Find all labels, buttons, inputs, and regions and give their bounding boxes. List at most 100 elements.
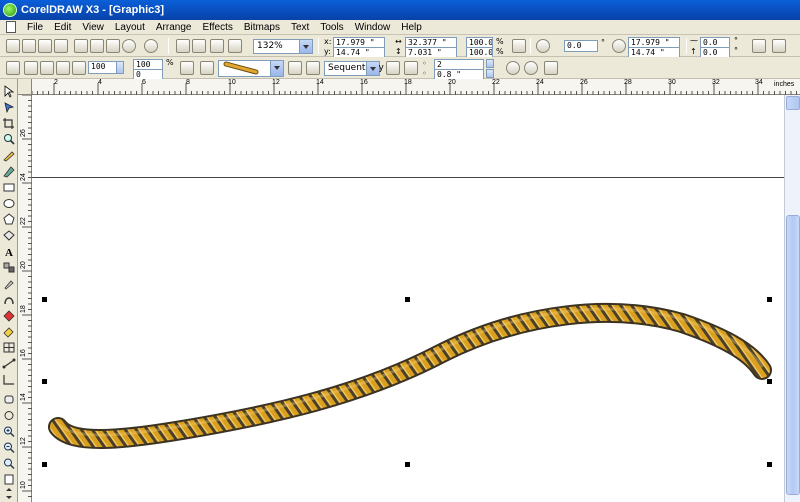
ruler-label: 2 bbox=[54, 79, 58, 86]
selection-handle-top-right[interactable] bbox=[767, 297, 772, 302]
delete-icon[interactable] bbox=[306, 61, 320, 75]
outline-tool-icon[interactable] bbox=[2, 293, 16, 306]
menu-view[interactable]: View bbox=[77, 22, 110, 33]
menu-tools[interactable]: Tools bbox=[315, 22, 349, 33]
interactive-transparency-tool-icon[interactable] bbox=[2, 409, 16, 422]
selection-handle-bottom-left[interactable] bbox=[42, 462, 47, 467]
mesh-fill-tool-icon[interactable] bbox=[2, 341, 16, 354]
connector-tool-icon[interactable] bbox=[2, 357, 16, 370]
options-icon[interactable] bbox=[772, 39, 786, 53]
selection-handle-top-left[interactable] bbox=[42, 297, 47, 302]
cut-icon[interactable] bbox=[74, 39, 88, 53]
vertical-scrollbar[interactable] bbox=[784, 95, 800, 502]
offset-icon[interactable] bbox=[524, 61, 538, 75]
selection-handle-bottom-center[interactable] bbox=[405, 462, 410, 467]
drawing-canvas[interactable] bbox=[32, 95, 784, 502]
dimension-tool-icon[interactable] bbox=[2, 373, 16, 386]
vertical-ruler[interactable]: 26 24 22 20 18 16 14 12 10 bbox=[18, 95, 32, 502]
redo-icon[interactable] bbox=[144, 39, 158, 53]
brush-icon[interactable] bbox=[24, 61, 38, 75]
rotation-icon[interactable] bbox=[506, 61, 520, 75]
mirror-icon[interactable] bbox=[752, 39, 766, 53]
ruler-label: 12 bbox=[20, 437, 27, 445]
scroll-up-button[interactable] bbox=[786, 96, 800, 110]
selection-handle-bottom-right[interactable] bbox=[767, 462, 772, 467]
spinner-up-icon[interactable] bbox=[486, 59, 494, 68]
menu-bitmaps[interactable]: Bitmaps bbox=[239, 22, 286, 33]
open-icon[interactable] bbox=[22, 39, 36, 53]
spinner-icon[interactable] bbox=[116, 61, 124, 74]
reset-icon[interactable] bbox=[544, 61, 558, 75]
selection-handle-top-center[interactable] bbox=[405, 297, 410, 302]
ruler-label: 4 bbox=[98, 79, 102, 86]
menu-file[interactable]: File bbox=[22, 22, 49, 33]
menu-effects[interactable]: Effects bbox=[197, 22, 238, 33]
export-icon[interactable] bbox=[192, 39, 206, 53]
menu-help[interactable]: Help bbox=[396, 22, 428, 33]
selection-handle-middle-right[interactable] bbox=[767, 379, 772, 384]
crop-tool-icon[interactable] bbox=[2, 117, 16, 130]
menu-window[interactable]: Window bbox=[350, 22, 397, 33]
shape-tool-icon[interactable] bbox=[2, 101, 16, 114]
print-icon[interactable] bbox=[54, 39, 68, 53]
polygon-tool-icon[interactable] bbox=[2, 213, 16, 226]
fill-tool-icon[interactable] bbox=[2, 309, 16, 322]
lock-icon[interactable] bbox=[180, 61, 194, 75]
menu-arrange[interactable]: Arrange bbox=[151, 22, 198, 33]
ruler-origin[interactable] bbox=[18, 79, 32, 95]
zoom-selection-icon[interactable] bbox=[2, 457, 16, 470]
pan-icon[interactable] bbox=[2, 487, 16, 500]
open-sprayer-icon[interactable] bbox=[200, 61, 214, 75]
lock-ratio-icon[interactable] bbox=[512, 39, 526, 53]
angle-unit: ° bbox=[601, 38, 605, 47]
smart-fill-tool-icon[interactable] bbox=[2, 165, 16, 178]
coreldraw-app-icon[interactable] bbox=[3, 3, 17, 17]
ruler-label: 26 bbox=[580, 79, 588, 86]
ellipse-tool-icon[interactable] bbox=[2, 197, 16, 210]
spraylist-dialog-icon[interactable] bbox=[404, 61, 418, 75]
undo-icon[interactable] bbox=[122, 39, 136, 53]
menu-layout[interactable]: Layout bbox=[110, 22, 151, 33]
interactive-blend-tool-icon[interactable] bbox=[2, 261, 16, 274]
spraylist-combo[interactable] bbox=[218, 60, 284, 77]
chevron-down-icon[interactable] bbox=[299, 40, 312, 53]
zoom-out-icon[interactable] bbox=[2, 441, 16, 454]
spray-order-combo[interactable]: Sequentially bbox=[324, 61, 384, 76]
add-to-spraylist-icon[interactable] bbox=[386, 61, 400, 75]
import-icon[interactable] bbox=[176, 39, 190, 53]
pressure-icon[interactable] bbox=[72, 61, 86, 75]
pick-tool-icon[interactable] bbox=[2, 85, 16, 98]
save-icon[interactable] bbox=[38, 39, 52, 53]
text-tool-icon[interactable]: A bbox=[2, 245, 16, 258]
interactive-fill-tool-icon[interactable] bbox=[2, 325, 16, 338]
scroll-thumb[interactable] bbox=[786, 215, 800, 495]
menu-text[interactable]: Text bbox=[286, 22, 315, 33]
chevron-down-icon[interactable] bbox=[270, 61, 283, 76]
rotation-angle-field[interactable]: 0.0 bbox=[564, 40, 598, 52]
application-launcher-icon[interactable] bbox=[210, 39, 224, 53]
basic-shapes-tool-icon[interactable] bbox=[2, 229, 16, 242]
chevron-down-icon[interactable] bbox=[366, 62, 379, 75]
sprayer-icon[interactable] bbox=[40, 61, 54, 75]
freehand-tool-icon[interactable] bbox=[2, 149, 16, 162]
paste-icon[interactable] bbox=[106, 39, 120, 53]
copy-icon[interactable] bbox=[90, 39, 104, 53]
welcome-screen-icon[interactable] bbox=[228, 39, 242, 53]
zoom-tool-icon[interactable] bbox=[2, 133, 16, 146]
zoom-page-icon[interactable] bbox=[2, 473, 16, 486]
selection-handle-middle-left[interactable] bbox=[42, 379, 47, 384]
save-spray-icon[interactable] bbox=[288, 61, 302, 75]
calligraphic-icon[interactable] bbox=[56, 61, 70, 75]
zoom-level-combo[interactable]: 132% bbox=[253, 39, 313, 54]
menu-edit[interactable]: Edit bbox=[49, 22, 77, 33]
new-document-icon[interactable] bbox=[6, 39, 20, 53]
hand-tool-icon[interactable] bbox=[2, 393, 16, 406]
document-icon[interactable] bbox=[6, 21, 16, 33]
x-label: x: bbox=[324, 37, 332, 46]
spinner-down-icon[interactable] bbox=[486, 69, 494, 78]
eyedropper-tool-icon[interactable] bbox=[2, 277, 16, 290]
horizontal-ruler[interactable]: 2 4 6 8 10 12 14 16 18 20 22 24 26 28 30… bbox=[32, 79, 800, 95]
rectangle-tool-icon[interactable] bbox=[2, 181, 16, 194]
preset-icon[interactable] bbox=[6, 61, 20, 75]
zoom-in-icon[interactable] bbox=[2, 425, 16, 438]
